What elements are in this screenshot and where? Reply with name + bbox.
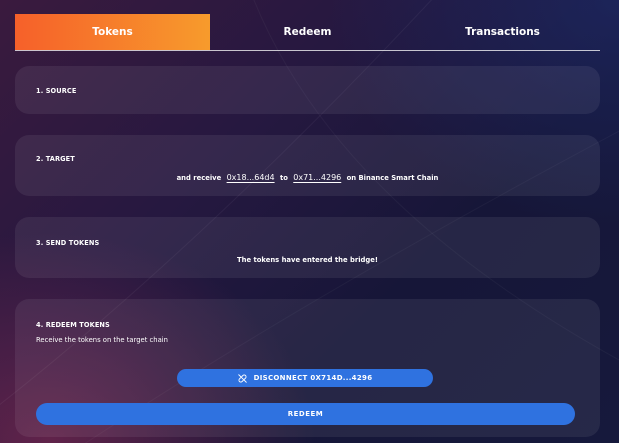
target-card: 2. TARGET and receive 0x18...64d4 to 0x7… [15,135,600,196]
target-route: and receive 0x18...64d4 to 0x71...4296 o… [15,173,600,182]
receive-text: and receive [176,174,222,182]
to-text: to [279,174,288,182]
tab-bar: Tokens Redeem Transactions [15,14,600,51]
tab-redeem[interactable]: Redeem [210,14,405,50]
source-card: 1. SOURCE [15,66,600,114]
redeem-button[interactable]: REDEEM [36,403,575,425]
redeem-card: 4. REDEEM TOKENS Receive the tokens on t… [15,299,600,437]
redeem-title: 4. REDEEM TOKENS [36,321,110,329]
tab-transactions[interactable]: Transactions [405,14,600,50]
to-address-link[interactable]: 0x71...4296 [293,173,341,182]
send-title: 3. SEND TOKENS [36,239,100,247]
from-address-link[interactable]: 0x18...64d4 [227,173,275,182]
send-card: 3. SEND TOKENS The tokens have entered t… [15,217,600,278]
redeem-subtitle: Receive the tokens on the target chain [36,336,168,344]
disconnect-label: DISCONNECT 0X714D...4296 [253,374,373,382]
tab-tokens[interactable]: Tokens [15,14,210,50]
send-status: The tokens have entered the bridge! [237,256,378,264]
source-title: 1. SOURCE [36,87,77,95]
disconnect-button[interactable]: DISCONNECT 0X714D...4296 [177,369,433,387]
target-title: 2. TARGET [36,155,75,163]
chain-text: on Binance Smart Chain [346,174,439,182]
unlink-icon [237,373,247,383]
